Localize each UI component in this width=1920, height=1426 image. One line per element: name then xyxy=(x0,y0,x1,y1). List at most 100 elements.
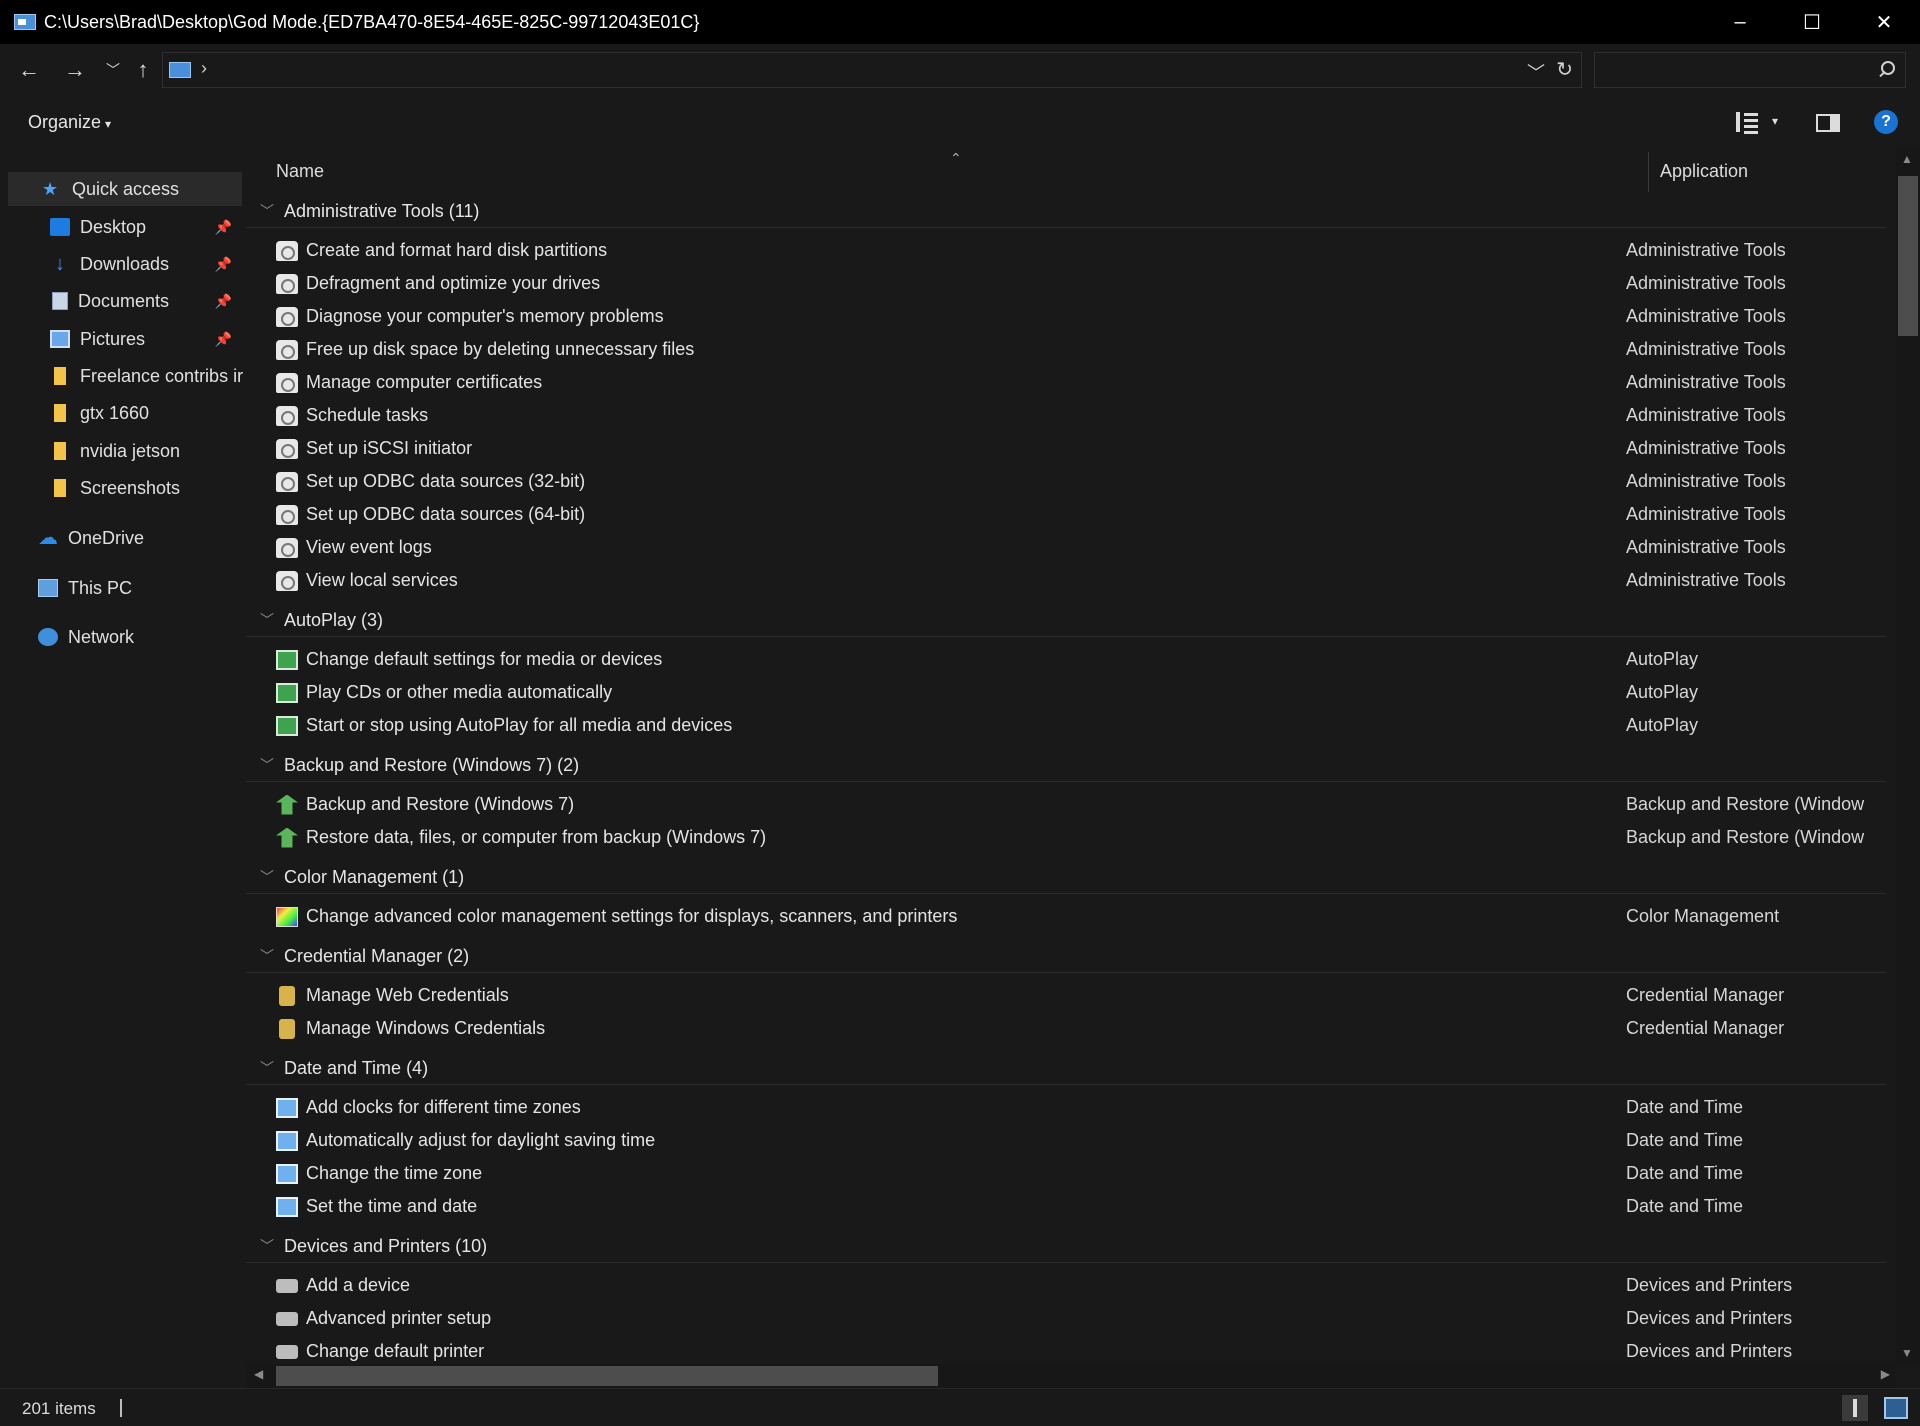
list-item[interactable]: View event logs Administrative Tools xyxy=(276,531,1886,564)
list-item[interactable]: Schedule tasks Administrative Tools xyxy=(276,399,1886,432)
back-button[interactable]: ← xyxy=(14,56,44,84)
horizontal-scrollbar[interactable]: ◀ ▶ xyxy=(246,1364,1896,1388)
list-item[interactable]: Automatically adjust for daylight saving… xyxy=(276,1124,1886,1157)
window-controls: – ☐ ✕ xyxy=(1704,0,1920,44)
view-options-caret-icon[interactable]: ▾ xyxy=(1772,114,1786,138)
list-item[interactable]: Create and format hard disk partitions Ad… xyxy=(276,234,1886,267)
collapse-chevron-icon[interactable]: ﹀ xyxy=(260,201,274,221)
vertical-scroll-thumb[interactable] xyxy=(1898,176,1918,336)
sidebar-item-nvidia-jetson[interactable]: nvidia jetson xyxy=(0,434,246,468)
list-item[interactable]: Set the time and date Date and Time xyxy=(276,1190,1886,1223)
credential-icon xyxy=(279,985,295,1006)
group-header[interactable]: ﹀ AutoPlay (3) xyxy=(260,605,383,635)
list-item[interactable]: Add clocks for different time zones Date … xyxy=(276,1091,1886,1124)
pictures-icon xyxy=(50,330,70,348)
item-count: 201 items xyxy=(22,1399,96,1418)
scroll-up-icon[interactable]: ▲ xyxy=(1901,152,1913,166)
sidebar-item-screenshots[interactable]: Screenshots xyxy=(0,471,246,505)
list-item[interactable]: Advanced printer setup Devices and Printe… xyxy=(276,1302,1886,1335)
breadcrumb-chevron-icon[interactable]: › xyxy=(201,58,207,79)
large-icons-view-icon[interactable] xyxy=(1884,1397,1908,1419)
status-bar: 201 items xyxy=(0,1388,1920,1426)
list-item[interactable]: Set up ODBC data sources (64-bit) Adminis… xyxy=(276,498,1886,531)
collapse-chevron-icon[interactable]: ﹀ xyxy=(260,867,274,887)
command-bar: Organize ▾ ▾ ? xyxy=(0,96,1920,148)
group-header[interactable]: ﹀ Credential Manager (2) xyxy=(260,941,469,971)
list-item[interactable]: Backup and Restore (Windows 7) Backup and… xyxy=(276,788,1886,821)
organize-menu[interactable]: Organize ▾ xyxy=(28,112,111,133)
list-item[interactable]: Change advanced color management setting… xyxy=(276,900,1886,933)
forward-button[interactable]: → xyxy=(60,56,90,84)
list-item[interactable]: Set up iSCSI initiator Administrative Too… xyxy=(276,432,1886,465)
group-header[interactable]: ﹀ Devices and Printers (10) xyxy=(260,1231,487,1261)
collapse-chevron-icon[interactable]: ﹀ xyxy=(260,610,274,630)
sidebar-item-pictures[interactable]: Pictures 📌 xyxy=(0,322,246,356)
folder-icon xyxy=(54,442,66,460)
list-item[interactable]: View local services Administrative Tools xyxy=(276,564,1886,597)
column-divider[interactable] xyxy=(1648,152,1649,192)
scroll-down-icon[interactable]: ▼ xyxy=(1901,1346,1913,1360)
group-header[interactable]: ﹀ Color Management (1) xyxy=(260,862,464,892)
sidebar-item-onedrive[interactable]: ☁ OneDrive xyxy=(0,521,246,555)
change-view-icon[interactable] xyxy=(1736,110,1762,134)
list-item[interactable]: Change default printer Devices and Printe… xyxy=(276,1335,1886,1364)
collapse-chevron-icon[interactable]: ﹀ xyxy=(260,755,274,775)
collapse-chevron-icon[interactable]: ﹀ xyxy=(260,946,274,966)
list-item[interactable]: Diagnose your computer's memory problems… xyxy=(276,300,1886,333)
maximize-button[interactable]: ☐ xyxy=(1776,0,1848,44)
address-row: ← → ﹀ ↑ › ﹀ ↻ xyxy=(0,44,1920,96)
refresh-button[interactable]: ↻ xyxy=(1556,57,1573,82)
horizontal-scroll-thumb[interactable] xyxy=(276,1366,938,1386)
sidebar-item-documents[interactable]: Documents 📌 xyxy=(0,284,246,318)
collapse-chevron-icon[interactable]: ﹀ xyxy=(260,1058,274,1078)
list-item[interactable]: Free up disk space by deleting unnecessa… xyxy=(276,333,1886,366)
sidebar-item-downloads[interactable]: ↓ Downloads 📌 xyxy=(0,247,246,281)
sidebar-item-quick-access[interactable]: ★ Quick access xyxy=(8,172,242,206)
sidebar-item-this-pc[interactable]: This PC xyxy=(0,571,246,605)
search-input[interactable] xyxy=(1594,52,1906,88)
pin-icon[interactable]: 📌 xyxy=(215,293,232,310)
group-divider xyxy=(246,227,1886,228)
group-header[interactable]: ﹀ Backup and Restore (Windows 7) (2) xyxy=(260,750,579,780)
list-item[interactable]: Change default settings for media or dev… xyxy=(276,643,1886,676)
up-button[interactable]: ↑ xyxy=(128,56,158,84)
admin-tools-icon xyxy=(276,537,298,558)
column-header-application[interactable]: Application xyxy=(1660,148,1890,194)
list-item[interactable]: Manage Windows Credentials Credential Man… xyxy=(276,1012,1886,1045)
close-button[interactable]: ✕ xyxy=(1848,0,1920,44)
list-item[interactable]: Restore data, files, or computer from ba… xyxy=(276,821,1886,854)
preview-pane-icon[interactable] xyxy=(1816,114,1840,132)
group-header[interactable]: ﹀ Date and Time (4) xyxy=(260,1053,428,1083)
list-item[interactable]: Change the time zone Date and Time xyxy=(276,1157,1886,1190)
column-header-name[interactable]: Name xyxy=(276,148,1646,194)
scroll-left-icon[interactable]: ◀ xyxy=(254,1367,263,1381)
sidebar-item-desktop[interactable]: Desktop 📌 xyxy=(0,210,246,244)
pin-icon[interactable]: 📌 xyxy=(215,219,232,236)
item-name: Free up disk space by deleting unnecessa… xyxy=(306,339,695,359)
list-item[interactable]: Add a device Devices and Printers xyxy=(276,1269,1886,1302)
sidebar-item-gtx-1660[interactable]: gtx 1660 xyxy=(0,396,246,430)
minimize-button[interactable]: – xyxy=(1704,0,1776,44)
recent-locations-button[interactable]: ﹀ xyxy=(98,56,128,84)
pin-icon[interactable]: 📌 xyxy=(215,331,232,348)
address-bar[interactable]: › ﹀ ↻ xyxy=(162,52,1582,88)
collapse-chevron-icon[interactable]: ﹀ xyxy=(260,1236,274,1256)
search-icon[interactable] xyxy=(1877,59,1895,81)
list-item[interactable]: Manage computer certificates Administrati… xyxy=(276,366,1886,399)
list-item[interactable]: Set up ODBC data sources (32-bit) Adminis… xyxy=(276,465,1886,498)
list-item[interactable]: Play CDs or other media automatically Aut… xyxy=(276,676,1886,709)
item-application: Administrative Tools xyxy=(1626,537,1786,557)
scroll-right-icon[interactable]: ▶ xyxy=(1881,1367,1890,1381)
pin-icon[interactable]: 📌 xyxy=(215,256,232,273)
sidebar-item-freelance-contribs[interactable]: Freelance contribs ir xyxy=(0,359,246,393)
help-icon[interactable]: ? xyxy=(1874,110,1898,134)
list-item[interactable]: Manage Web Credentials Credential Manager xyxy=(276,979,1886,1012)
group-header[interactable]: ﹀ Administrative Tools (11) xyxy=(260,196,479,226)
sidebar-item-network[interactable]: Network xyxy=(0,620,246,654)
item-application: AutoPlay xyxy=(1626,682,1699,702)
list-item[interactable]: Defragment and optimize your drives Admin… xyxy=(276,267,1886,300)
details-view-icon[interactable] xyxy=(1842,1395,1868,1421)
address-dropdown-button[interactable]: ﹀ xyxy=(1527,59,1545,85)
list-item[interactable]: Start or stop using AutoPlay for all med… xyxy=(276,709,1886,742)
vertical-scrollbar[interactable]: ▲ ▼ xyxy=(1896,148,1920,1364)
